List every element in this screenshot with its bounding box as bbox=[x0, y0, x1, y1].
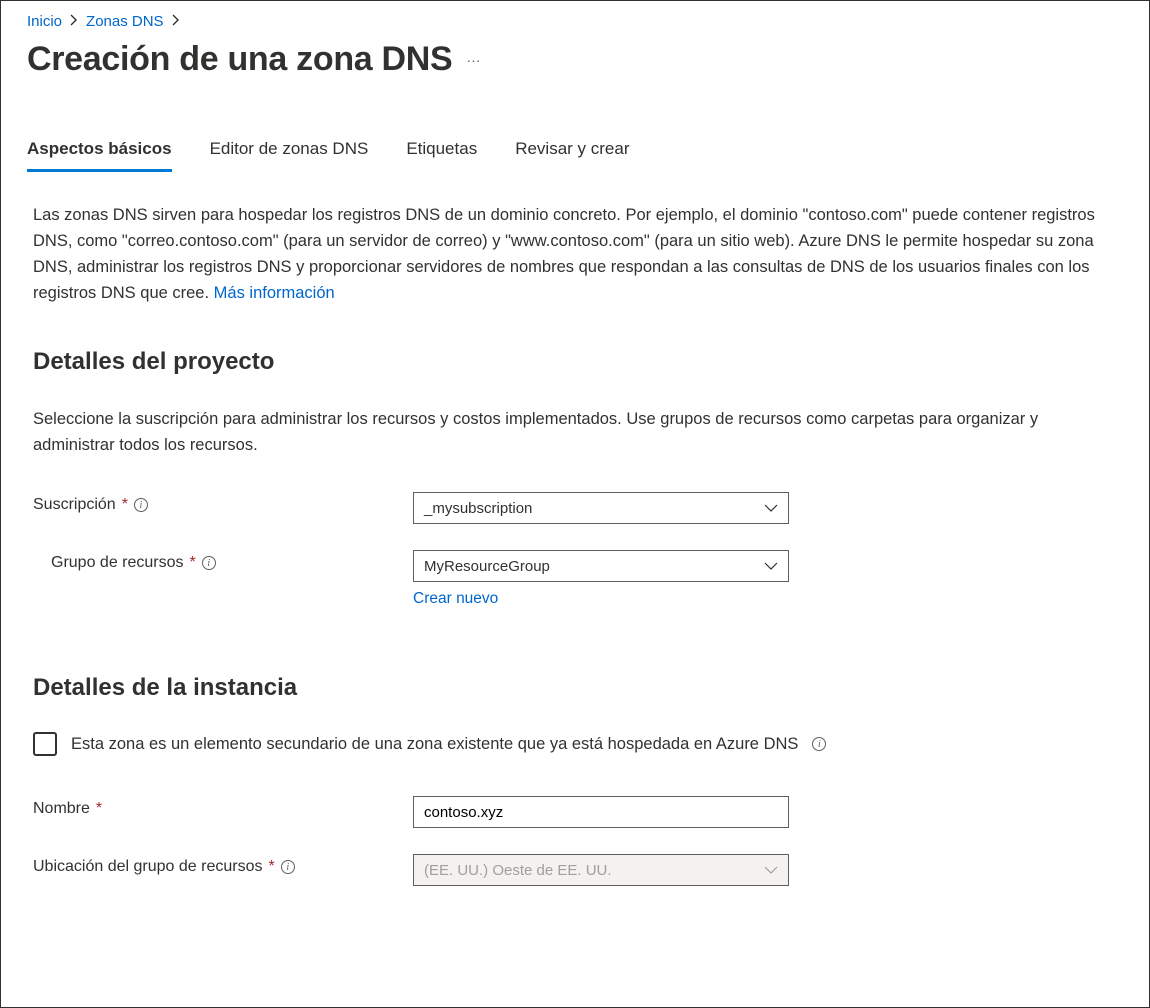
tab-dns-zone-editor[interactable]: Editor de zonas DNS bbox=[210, 139, 369, 172]
chevron-right-icon bbox=[172, 13, 180, 30]
info-icon[interactable]: i bbox=[134, 498, 148, 512]
location-select: (EE. UU.) Oeste de EE. UU. bbox=[413, 854, 789, 886]
name-input[interactable] bbox=[413, 796, 789, 828]
required-asterisk: * bbox=[122, 496, 128, 514]
chevron-down-icon bbox=[764, 503, 778, 513]
tab-tags[interactable]: Etiquetas bbox=[406, 139, 477, 172]
resource-group-label: Grupo de recursos bbox=[51, 554, 184, 572]
subscription-value: _mysubscription bbox=[424, 500, 532, 517]
breadcrumb-dns-zones-link[interactable]: Zonas DNS bbox=[86, 13, 164, 30]
subscription-label: Suscripción bbox=[33, 496, 116, 514]
required-asterisk: * bbox=[268, 858, 274, 876]
info-icon[interactable]: i bbox=[812, 737, 826, 751]
name-label: Nombre bbox=[33, 800, 90, 818]
required-asterisk: * bbox=[190, 554, 196, 572]
tab-basics[interactable]: Aspectos básicos bbox=[27, 139, 172, 172]
tab-review-create[interactable]: Revisar y crear bbox=[515, 139, 629, 172]
intro-paragraph: Las zonas DNS sirven para hospedar los r… bbox=[33, 202, 1113, 306]
info-icon[interactable]: i bbox=[281, 860, 295, 874]
child-zone-checkbox[interactable] bbox=[33, 732, 57, 756]
more-actions-icon[interactable]: ··· bbox=[466, 52, 480, 68]
location-value: (EE. UU.) Oeste de EE. UU. bbox=[424, 862, 612, 879]
intro-text: Las zonas DNS sirven para hospedar los r… bbox=[33, 206, 1095, 302]
more-info-link[interactable]: Más información bbox=[214, 284, 335, 302]
create-new-resource-group-link[interactable]: Crear nuevo bbox=[413, 590, 498, 607]
child-zone-checkbox-label: Esta zona es un elemento secundario de u… bbox=[71, 735, 798, 754]
chevron-down-icon bbox=[764, 561, 778, 571]
breadcrumb: Inicio Zonas DNS bbox=[27, 13, 1119, 30]
info-icon[interactable]: i bbox=[202, 556, 216, 570]
subscription-select[interactable]: _mysubscription bbox=[413, 492, 789, 524]
project-details-heading: Detalles del proyecto bbox=[33, 348, 1113, 376]
instance-details-heading: Detalles de la instancia bbox=[33, 674, 1113, 702]
resource-group-value: MyResourceGroup bbox=[424, 558, 550, 575]
chevron-right-icon bbox=[70, 13, 78, 30]
tabs-bar: Aspectos básicos Editor de zonas DNS Eti… bbox=[27, 139, 1119, 172]
resource-group-select[interactable]: MyResourceGroup bbox=[413, 550, 789, 582]
page-title: Creación de una zona DNS bbox=[27, 40, 452, 79]
chevron-down-icon bbox=[764, 865, 778, 875]
project-details-desc: Seleccione la suscripción para administr… bbox=[33, 406, 1113, 458]
location-label: Ubicación del grupo de recursos bbox=[33, 858, 262, 876]
breadcrumb-home-link[interactable]: Inicio bbox=[27, 13, 62, 30]
required-asterisk: * bbox=[96, 800, 102, 818]
